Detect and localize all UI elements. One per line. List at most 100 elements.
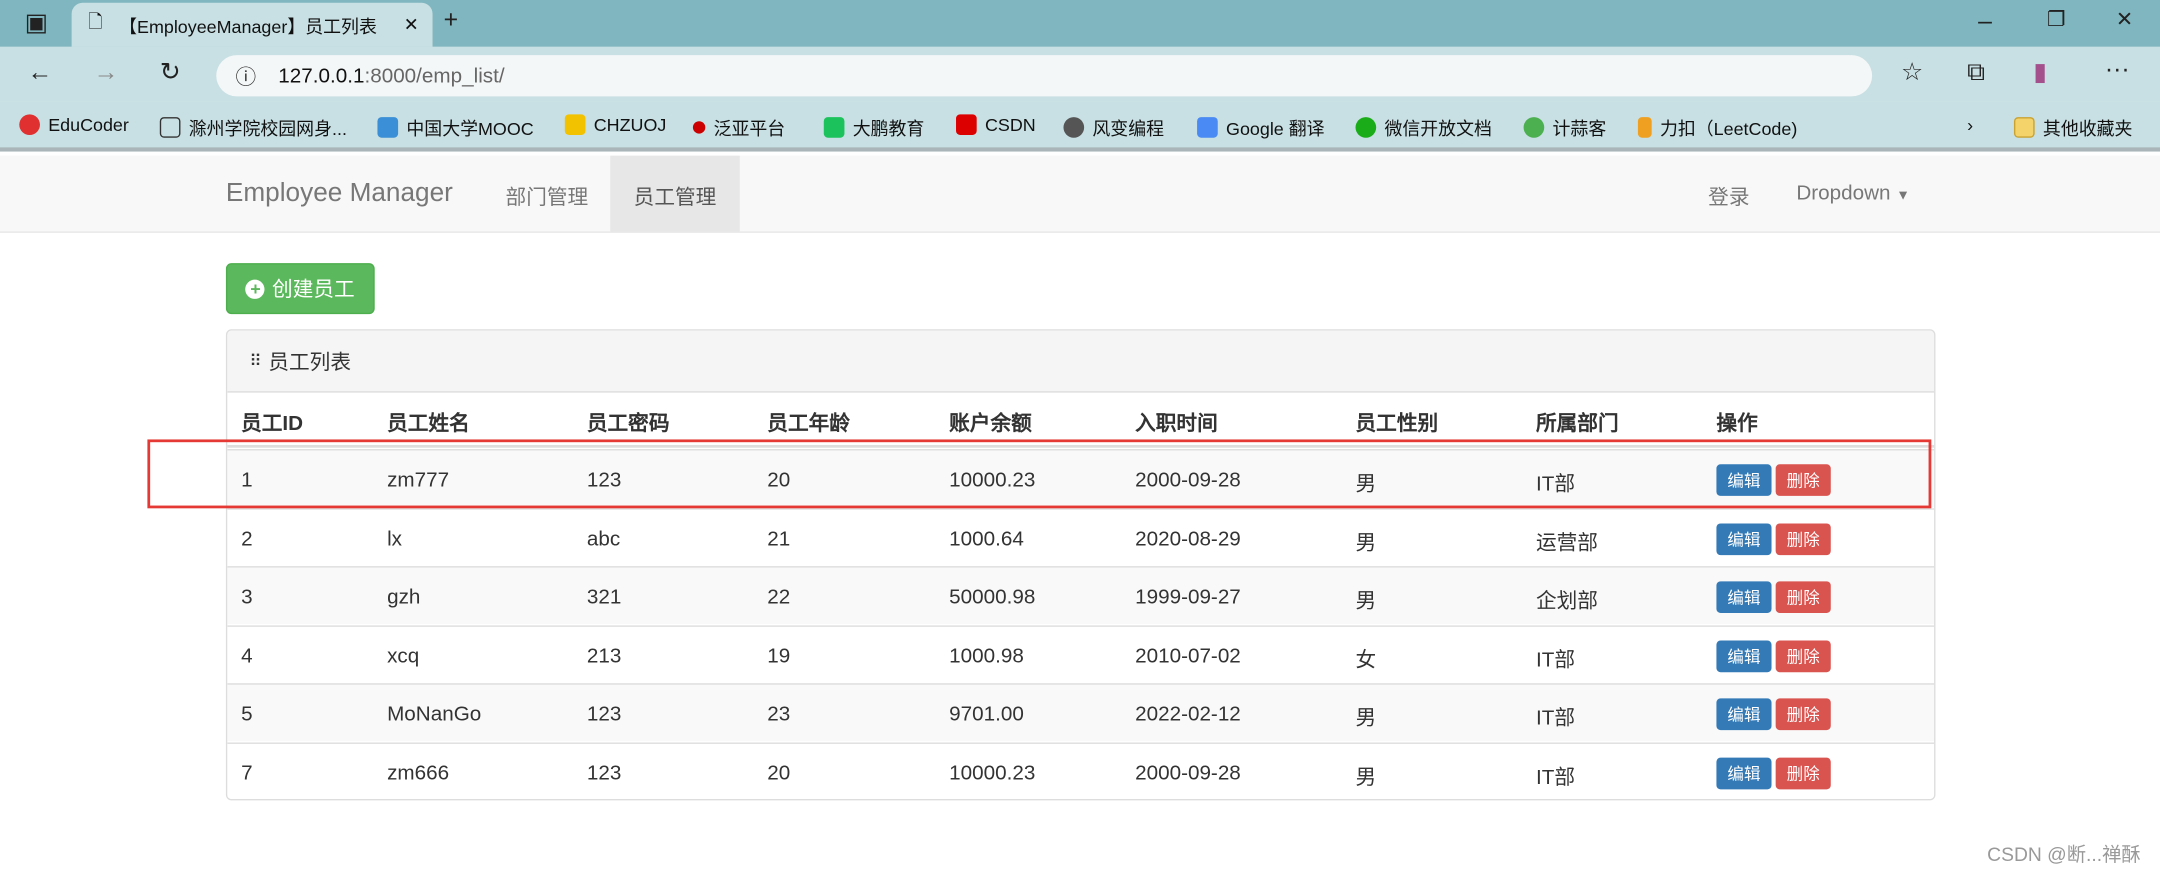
table-cell: 2000-09-28 xyxy=(1135,761,1241,785)
watermark: CSDN @断...禅酥 xyxy=(1987,843,2141,866)
table-cell: 9701.00 xyxy=(949,702,1024,726)
bookmark-csdn[interactable]: CSDN xyxy=(956,114,1036,135)
table-cell: 1000.98 xyxy=(949,644,1024,668)
tab-actions-icon[interactable]: ▣ xyxy=(25,8,48,37)
bookmark-other[interactable]: 其他收藏夹 xyxy=(2013,114,2132,140)
table-cell: 5 xyxy=(241,702,253,726)
delete-button[interactable]: 删除 xyxy=(1775,698,1831,731)
close-window-icon[interactable]: ✕ xyxy=(2116,7,2133,32)
url-host: 127.0.0.1 xyxy=(278,64,365,88)
column-header: 操作 xyxy=(1716,411,1758,436)
table-row: 3 gzh 321 22 50000.98 1999-09-27 男 企划部 编辑 删除 xyxy=(227,566,1935,625)
brand[interactable]: Employee Manager xyxy=(226,179,453,209)
column-header: 员工姓名 xyxy=(387,411,470,436)
table-cell: 19 xyxy=(767,644,791,668)
table-cell: 男 xyxy=(1355,765,1377,789)
table-cell: 男 xyxy=(1355,531,1377,555)
table-cell: gzh xyxy=(387,585,421,609)
bookmark-educoder[interactable]: EduCoder xyxy=(19,114,129,135)
favorites-icon[interactable]: ☆ xyxy=(1901,58,1923,87)
nav-dropdown[interactable]: Dropdown ▼ xyxy=(1796,182,1910,205)
table-cell: 2010-07-02 xyxy=(1135,644,1241,668)
edit-button[interactable]: 编辑 xyxy=(1716,581,1772,614)
bookmark-dapeng[interactable]: 大鹏教育 xyxy=(823,114,924,140)
table-cell: 7 xyxy=(241,761,253,785)
table-cell: 1000.64 xyxy=(949,526,1024,551)
table-cell: 2022-02-12 xyxy=(1135,702,1241,726)
employee-panel: ⠿ 员工列表 员工ID 员工姓名 员工密码 员工年龄 账户余额 入职时间 员工性别 所属部门操… xyxy=(225,329,1936,801)
collections-icon[interactable]: ⧉ xyxy=(1967,58,1985,87)
nav-login[interactable]: 登录 xyxy=(1708,182,1749,211)
table-cell: xcq xyxy=(387,644,420,668)
bookmark-fengbian[interactable]: 风变编程 xyxy=(1063,114,1164,140)
minimize-icon[interactable]: – xyxy=(1978,7,1992,36)
table-cell: 1999-09-27 xyxy=(1135,585,1241,609)
profile-icon[interactable]: ▮ xyxy=(2033,58,2047,87)
table-cell: 321 xyxy=(586,585,622,609)
table-cell: 运营部 xyxy=(1535,531,1598,555)
bookmark-chzuoj[interactable]: CHZUOJ xyxy=(564,114,666,135)
bookmark-leetcode[interactable]: 力扣（LeetCode) xyxy=(1637,114,1797,140)
column-header: 员工年龄 xyxy=(767,411,850,436)
bookmark-chzu[interactable]: 滁州学院校园网身... xyxy=(159,114,347,140)
column-header: 账户余额 xyxy=(949,411,1032,436)
bookmark-jisuanke[interactable]: 计蒜客 xyxy=(1523,114,1606,140)
column-header: 员工性别 xyxy=(1355,411,1439,436)
bookmark-wechat-docs[interactable]: 微信开放文档 xyxy=(1355,114,1492,140)
refresh-icon[interactable]: ↻ xyxy=(160,58,181,87)
column-header: 员工密码 xyxy=(586,411,670,436)
caret-down-icon: ▼ xyxy=(1896,188,1910,204)
table-cell: 企划部 xyxy=(1535,589,1598,614)
back-icon[interactable]: ← xyxy=(28,58,53,87)
forward-icon[interactable]: → xyxy=(94,58,119,87)
table-cell: 22 xyxy=(767,585,791,609)
delete-button[interactable]: 删除 xyxy=(1775,756,1831,789)
nav-item-departments[interactable]: 部门管理 xyxy=(506,182,589,211)
table-cell: MoNanGo xyxy=(387,702,482,726)
restore-icon[interactable]: ❐ xyxy=(2047,7,2066,32)
edit-button[interactable]: 编辑 xyxy=(1716,698,1772,731)
chevron-right-icon[interactable]: › xyxy=(1967,114,1973,135)
table-cell: 男 xyxy=(1355,589,1377,614)
delete-button[interactable]: 删除 xyxy=(1775,581,1831,614)
table-cell: 10000.23 xyxy=(949,761,1036,785)
table-cell: IT部 xyxy=(1535,706,1576,731)
employee-table: 员工ID 员工姓名 员工密码 员工年龄 账户余额 入职时间 员工性别 所属部门 操作 1 zm777… xyxy=(227,331,1935,799)
table-cell: 123 xyxy=(586,702,622,726)
page-icon: 🗋 xyxy=(88,11,103,32)
bookmark-mooc[interactable]: 中国大学MOOC xyxy=(377,114,534,140)
delete-button[interactable]: 删除 xyxy=(1775,639,1831,672)
nav-item-employees[interactable]: 员工管理 xyxy=(634,182,717,211)
table-cell: 男 xyxy=(1355,706,1377,731)
close-tab-icon[interactable]: ✕ xyxy=(404,14,419,36)
table-cell: 女 xyxy=(1355,648,1377,672)
table-row: 2 lx abc 21 1000.64 2020-08-29 男 运营部 编辑 删除 xyxy=(227,507,1935,566)
bookmarks-bar: EduCoder 滁州学院校园网身... 中国大学MOOC CHZUOJ 泛亚平… xyxy=(0,101,2160,152)
table-cell: 20 xyxy=(767,761,791,785)
edit-button[interactable]: 编辑 xyxy=(1716,522,1772,555)
table-cell: abc xyxy=(586,526,621,551)
edit-button[interactable]: 编辑 xyxy=(1716,639,1772,672)
more-icon[interactable]: ··· xyxy=(2105,55,2130,84)
info-icon: ⓘ xyxy=(235,65,257,89)
table-row: 7 zm666 123 20 10000.23 2000-09-28 男 IT部 编辑 删除 xyxy=(227,741,1935,799)
table-cell: 50000.98 xyxy=(949,585,1036,609)
table-cell: IT部 xyxy=(1535,648,1576,672)
table-cell: 3 xyxy=(241,585,253,609)
address-bar[interactable]: ⓘ 127.0.0.1:8000/emp_list/ xyxy=(216,55,1873,97)
table-cell: lx xyxy=(387,526,403,551)
create-employee-button[interactable]: + 创建员工 xyxy=(225,263,375,315)
browser-tab[interactable]: 🗋 【EmployeeManager】员工列表 ✕ xyxy=(71,2,433,47)
edit-button[interactable]: 编辑 xyxy=(1716,756,1772,789)
tab-bar: ▣ 🗋 【EmployeeManager】员工列表 ✕ + – ❐ ✕ xyxy=(0,0,2160,47)
new-tab-icon[interactable]: + xyxy=(444,6,458,35)
table-cell: 2020-08-29 xyxy=(1135,526,1241,551)
table-cell: 123 xyxy=(586,761,622,785)
table-cell: 213 xyxy=(586,644,622,668)
table-cell: 23 xyxy=(767,702,791,726)
column-header: 员工ID xyxy=(241,411,304,436)
bookmark-fanya[interactable]: 泛亚平台 xyxy=(692,114,785,140)
bookmark-google-translate[interactable]: Google 翻译 xyxy=(1197,114,1325,140)
table-cell: 4 xyxy=(241,644,253,668)
delete-button[interactable]: 删除 xyxy=(1775,522,1831,555)
